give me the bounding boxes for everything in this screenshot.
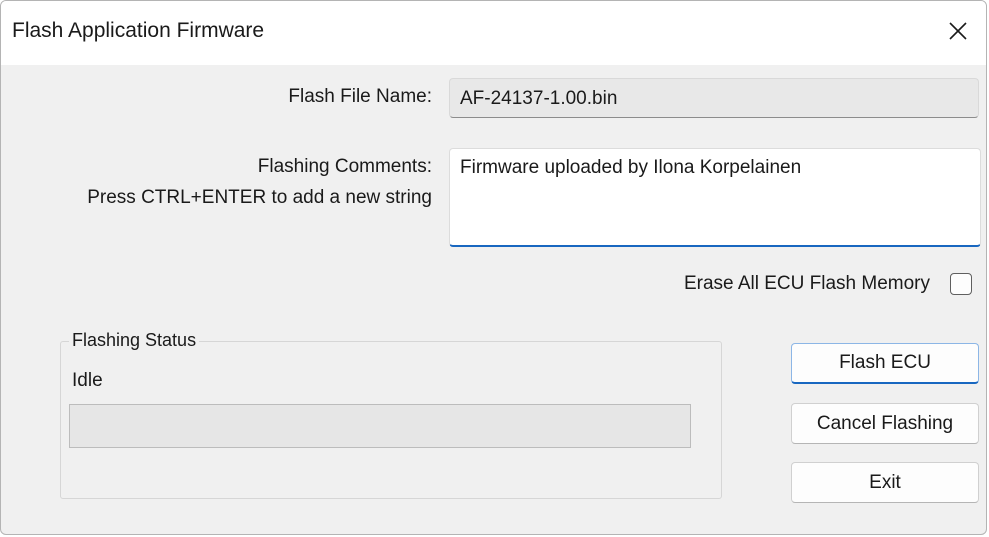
cancel-flashing-button[interactable]: Cancel Flashing [791, 403, 979, 444]
close-button[interactable] [936, 9, 980, 53]
close-icon [949, 22, 967, 40]
flashing-status-text: Idle [72, 370, 103, 391]
flashing-status-group: Flashing Status Idle [60, 330, 722, 499]
title-bar: Flash Application Firmware [1, 1, 986, 65]
flash-file-name-field: AF-24137-1.00.bin [449, 78, 979, 118]
flashing-progress-bar [69, 404, 691, 448]
flashing-status-title: Flashing Status [69, 330, 200, 351]
flashing-comments-label: Flashing Comments: [257, 156, 432, 177]
flash-firmware-dialog: Flash Application Firmware Flash File Na… [0, 0, 987, 535]
flashing-comments-input[interactable]: Firmware uploaded by Ilona Korpelainen [449, 148, 981, 247]
erase-memory-row[interactable]: Erase All ECU Flash Memory [684, 273, 972, 295]
flash-ecu-button[interactable]: Flash ECU [791, 343, 979, 384]
erase-memory-label: Erase All ECU Flash Memory [683, 273, 930, 294]
flash-file-name-label: Flash File Name: [288, 86, 432, 107]
flashing-comments-hint: Press CTRL+ENTER to add a new string [87, 187, 432, 208]
erase-memory-checkbox[interactable] [950, 273, 972, 295]
window-title: Flash Application Firmware [12, 19, 265, 42]
exit-button[interactable]: Exit [791, 462, 979, 503]
